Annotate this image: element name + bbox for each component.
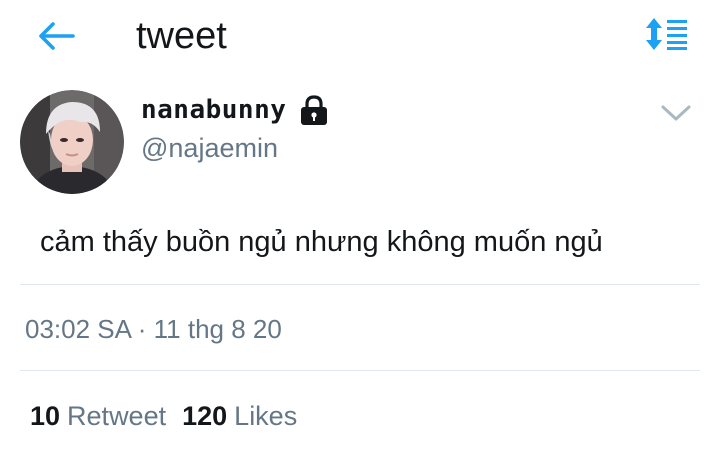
divider	[20, 284, 700, 285]
divider	[20, 370, 700, 371]
tweet-stats: 10 Retweet 120 Likes	[30, 398, 297, 434]
author-handle[interactable]: @najaemin	[141, 132, 278, 164]
retweets-stat[interactable]: 10 Retweet	[30, 398, 166, 434]
likes-stat[interactable]: 120 Likes	[182, 398, 297, 434]
arrow-left-icon	[39, 22, 75, 50]
tweet-text: cảm thấy buồn ngủ nhưng không muốn ngủ	[40, 226, 603, 258]
back-button[interactable]	[36, 16, 76, 56]
page-title: tweet	[136, 15, 227, 57]
avatar-photo	[20, 90, 124, 194]
lock-icon	[298, 94, 330, 126]
tweet-detail-screen: tweet nanabunny @najaemin cảm thấy buồn …	[0, 0, 720, 458]
top-bar: tweet	[0, 0, 720, 72]
likes-label: Likes	[234, 401, 298, 431]
retweets-count: 10	[30, 401, 61, 431]
tweet-menu-button[interactable]	[656, 96, 696, 130]
author-display-name: nanabunny	[141, 95, 287, 125]
retweets-label: Retweet	[67, 401, 167, 431]
chevron-down-icon	[661, 105, 691, 121]
sort-button[interactable]	[644, 16, 690, 52]
likes-count: 120	[182, 401, 228, 431]
author-name-row[interactable]: nanabunny	[141, 92, 330, 128]
avatar[interactable]	[20, 90, 124, 194]
sort-arrows-icon	[646, 18, 687, 50]
tweet-timestamp: 03:02 SA · 11 thg 8 20	[25, 314, 282, 344]
